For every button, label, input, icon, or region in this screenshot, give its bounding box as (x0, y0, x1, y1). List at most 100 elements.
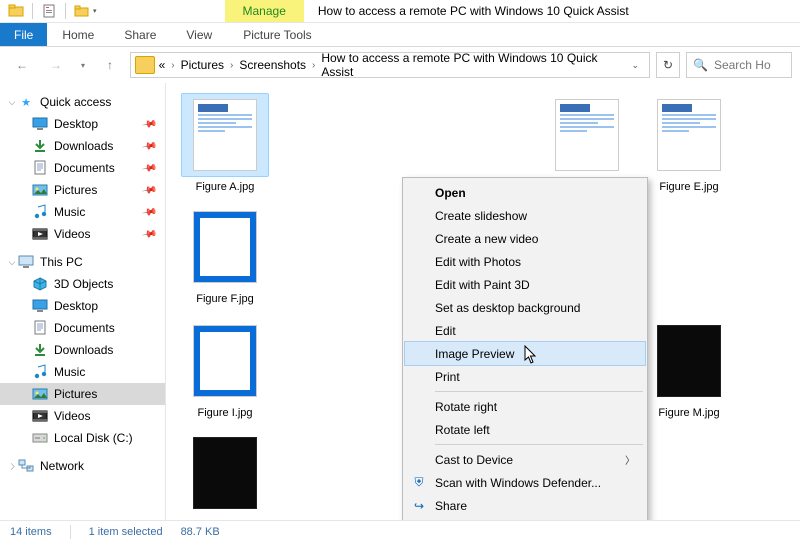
tree-this-pc[interactable]: ⌵ This PC (0, 251, 165, 273)
forward-button[interactable]: → (42, 52, 70, 78)
file-name: Figure E.jpg (659, 181, 718, 193)
file-name: Figure I.jpg (197, 407, 252, 419)
tree-item-documents[interactable]: Documents (0, 317, 165, 339)
pin-icon: 📌 (141, 116, 158, 132)
tree-item-documents[interactable]: Documents📌 (0, 157, 165, 179)
search-placeholder: Search Ho (714, 58, 771, 72)
tree-item-3d-objects[interactable]: 3D Objects (0, 273, 165, 295)
menu-item-set-as-desktop-background[interactable]: Set as desktop background (405, 296, 645, 319)
disk-icon (32, 430, 48, 446)
status-bar: 14 items 1 item selected 88.7 KB (0, 520, 800, 542)
search-icon: 🔍 (693, 58, 708, 72)
menu-item-open[interactable]: Open (405, 181, 645, 204)
menu-item-label: Edit with Paint 3D (435, 278, 530, 292)
menu-item-label: Edit with Photos (435, 255, 521, 269)
status-size: 88.7 KB (181, 526, 220, 538)
ribbon-tab-picture-tools[interactable]: Picture Tools (228, 23, 326, 46)
tree-item-desktop[interactable]: Desktop (0, 295, 165, 317)
ribbon-tab-share[interactable]: Share (109, 23, 171, 46)
file-tile[interactable]: Figure E.jpg (638, 91, 740, 203)
up-button[interactable]: ↑ (96, 52, 124, 78)
tree-item-downloads[interactable]: Downloads📌 (0, 135, 165, 157)
refresh-button[interactable]: ↻ (656, 52, 680, 78)
tree-item-videos[interactable]: Videos (0, 405, 165, 427)
pin-icon: 📌 (141, 226, 158, 242)
tree-item-downloads[interactable]: Downloads (0, 339, 165, 361)
tree-item-desktop[interactable]: Desktop 📌 (0, 113, 165, 135)
menu-item-edit[interactable]: Edit (405, 319, 645, 342)
tree-label: Downloads (54, 343, 113, 357)
tree-item-music[interactable]: Music (0, 361, 165, 383)
tree-label: Desktop (54, 117, 98, 131)
tree-item-music[interactable]: Music📌 (0, 201, 165, 223)
menu-item-scan-with-windows-defender-[interactable]: ⛨ Scan with Windows Defender... (405, 471, 645, 494)
menu-item-rotate-right[interactable]: Rotate right (405, 395, 645, 418)
menu-item-label: Rotate right (435, 400, 497, 414)
cursor-icon (524, 345, 540, 370)
file-tile[interactable]: Figure N.jpg (174, 429, 276, 520)
expand-icon[interactable]: ⌵ (7, 460, 18, 472)
menu-item-label: Print (435, 370, 460, 384)
properties-icon[interactable] (41, 3, 57, 19)
chevron-right-icon[interactable]: › (312, 60, 315, 71)
menu-item-open-with[interactable]: Open with〉 (405, 517, 645, 520)
breadcrumb-overflow[interactable]: « (159, 58, 166, 72)
tree-network[interactable]: ⌵ Network (0, 455, 165, 477)
tree-label: Pictures (54, 387, 97, 401)
separator (32, 3, 33, 19)
chevron-right-icon[interactable]: › (171, 60, 174, 71)
address-bar[interactable]: « › Pictures › Screenshots › How to acce… (130, 52, 650, 78)
videos-icon (32, 226, 48, 242)
chevron-right-icon[interactable]: › (230, 60, 233, 71)
ribbon-tab-home[interactable]: Home (47, 23, 109, 46)
collapse-icon[interactable]: ⌵ (6, 257, 18, 268)
thumbnail (181, 319, 269, 403)
file-tile[interactable]: Figure A.jpg (174, 91, 276, 203)
menu-separator (435, 444, 643, 445)
menu-item-create-a-new-video[interactable]: Create a new video (405, 227, 645, 250)
nav-bar: ← → ▾ ↑ « › Pictures › Screenshots › How… (0, 47, 800, 83)
folder-icon (8, 3, 24, 19)
tree-item-pictures[interactable]: Pictures📌 (0, 179, 165, 201)
menu-item-label: Cast to Device (435, 453, 513, 467)
breadcrumb-item[interactable]: Pictures (181, 58, 224, 72)
menu-item-label: Create slideshow (435, 209, 527, 223)
menu-item-create-slideshow[interactable]: Create slideshow (405, 204, 645, 227)
address-dropdown-icon[interactable]: ⌄ (625, 60, 645, 71)
file-list[interactable]: Figure A.jpgFigure D.jpgFigure E.jpgFigu… (166, 83, 800, 520)
navigation-pane: ⌵ ★ Quick access Desktop📌Downloads📌Docum… (0, 83, 166, 520)
pictures-icon (32, 386, 48, 402)
file-tile[interactable]: Figure F.jpg (174, 203, 276, 315)
recent-locations-button[interactable]: ▾ (76, 52, 90, 78)
shield-icon: ⛨ (411, 475, 427, 490)
music-icon (32, 364, 48, 380)
back-button[interactable]: ← (8, 52, 36, 78)
breadcrumb-item[interactable]: Screenshots (239, 58, 306, 72)
ribbon-tab-view[interactable]: View (171, 23, 227, 46)
ribbon-file-tab[interactable]: File (0, 23, 47, 46)
menu-item-edit-with-paint-3d[interactable]: Edit with Paint 3D (405, 273, 645, 296)
tree-item-pictures[interactable]: Pictures (0, 383, 165, 405)
menu-item-cast-to-device[interactable]: Cast to Device 〉 (405, 448, 645, 471)
menu-item-label: Scan with Windows Defender... (435, 476, 601, 490)
chevron-right-icon: 〉 (625, 452, 635, 467)
folder-icon (135, 56, 155, 74)
menu-item-share[interactable]: ↪Share (405, 494, 645, 517)
tree-label: Music (54, 365, 85, 379)
tree-item-videos[interactable]: Videos📌 (0, 223, 165, 245)
downloads-icon (32, 342, 48, 358)
menu-item-label: Rotate left (435, 423, 490, 437)
collapse-icon[interactable]: ⌵ (6, 97, 18, 108)
file-tile[interactable]: Figure M.jpg (638, 317, 740, 429)
qat-dropdown-icon[interactable]: ▾ (93, 7, 97, 15)
tree-quick-access[interactable]: ⌵ ★ Quick access (0, 91, 165, 113)
file-tile[interactable]: Figure I.jpg (174, 317, 276, 429)
star-icon: ★ (18, 94, 34, 110)
tree-item-local-disk-c-[interactable]: Local Disk (C:) (0, 427, 165, 449)
breadcrumb-item[interactable]: How to access a remote PC with Windows 1… (321, 51, 625, 79)
menu-item-rotate-left[interactable]: Rotate left (405, 418, 645, 441)
menu-item-edit-with-photos[interactable]: Edit with Photos (405, 250, 645, 273)
tree-label: Network (40, 459, 84, 473)
new-folder-icon[interactable] (74, 3, 90, 19)
search-input[interactable]: 🔍 Search Ho (686, 52, 792, 78)
